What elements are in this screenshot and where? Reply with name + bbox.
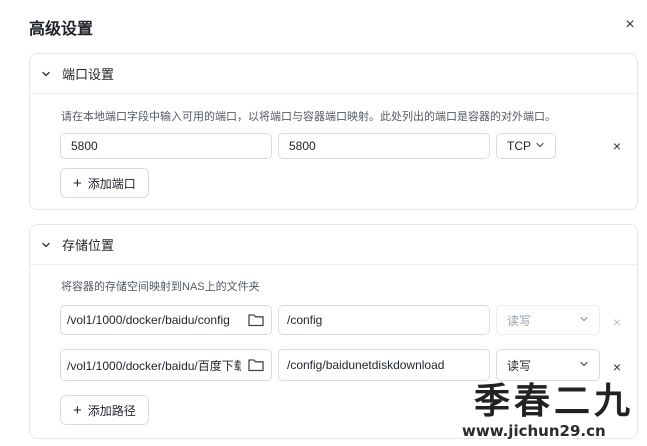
host-path-value: /vol1/1000/docker/baidu/config — [67, 313, 230, 327]
chevron-down-icon — [579, 358, 589, 372]
access-mode-value: 读写 — [507, 358, 532, 373]
advanced-settings-dialog: 高级设置 × 端口设置 请在本地端口字段中输入可用的端口，以将端口与容器端口映射… — [0, 0, 647, 446]
local-port-input[interactable]: 5800 — [60, 133, 272, 159]
container-port-input[interactable]: 5800 — [278, 133, 490, 159]
port-settings-header[interactable]: 端口设置 — [30, 54, 637, 94]
storage-location-header[interactable]: 存储位置 — [30, 225, 637, 265]
storage-location-panel: 存储位置 将容器的存储空间映射到NAS上的文件夹 /vol1/1000/dock… — [29, 224, 638, 439]
host-path-value: /vol1/1000/docker/baidu/百度下载 — [67, 358, 241, 373]
port-settings-title: 端口设置 — [62, 67, 115, 82]
add-path-label: 添加路径 — [87, 403, 136, 418]
plus-icon: + — [73, 174, 82, 192]
container-path-input[interactable]: /config/baidunetdiskdownload — [278, 349, 490, 381]
folder-icon[interactable] — [247, 357, 265, 373]
chevron-down-icon — [535, 139, 545, 153]
add-port-button[interactable]: + 添加端口 — [60, 168, 149, 198]
host-path-input[interactable]: /vol1/1000/docker/baidu/百度下载 — [60, 349, 272, 381]
port-settings-hint: 请在本地端口字段中输入可用的端口，以将端口与容器端口映射。此处列出的端口是容器的… — [61, 111, 556, 123]
dialog-close-button[interactable]: × — [622, 17, 638, 33]
host-path-input[interactable]: /vol1/1000/docker/baidu/config — [60, 305, 272, 335]
access-mode-value: 读写 — [507, 313, 532, 328]
chevron-down-icon[interactable] — [40, 68, 52, 80]
protocol-value: TCP — [507, 139, 531, 153]
storage-location-hint: 将容器的存储空间映射到NAS上的文件夹 — [61, 281, 260, 293]
folder-icon[interactable] — [247, 312, 265, 328]
remove-path-button[interactable]: × — [610, 315, 624, 329]
access-mode-select[interactable]: 读写 — [496, 349, 600, 381]
add-port-label: 添加端口 — [87, 176, 136, 191]
protocol-select[interactable]: TCP — [496, 133, 556, 159]
remove-path-button[interactable]: × — [610, 360, 624, 374]
container-port-value: 5800 — [289, 139, 316, 153]
chevron-down-icon[interactable] — [40, 239, 52, 251]
local-port-value: 5800 — [71, 139, 98, 153]
add-path-button[interactable]: + 添加路径 — [60, 395, 149, 425]
port-settings-panel: 端口设置 请在本地端口字段中输入可用的端口，以将端口与容器端口映射。此处列出的端… — [29, 53, 638, 210]
chevron-down-icon — [579, 313, 589, 327]
storage-location-title: 存储位置 — [62, 238, 115, 253]
remove-port-button[interactable]: × — [610, 139, 624, 153]
container-path-value: /config — [287, 313, 323, 327]
dialog-title: 高级设置 — [29, 21, 94, 38]
plus-icon: + — [73, 401, 82, 419]
container-path-input[interactable]: /config — [278, 305, 490, 335]
container-path-value: /config/baidunetdiskdownload — [287, 358, 445, 372]
access-mode-select[interactable]: 读写 — [496, 305, 600, 335]
